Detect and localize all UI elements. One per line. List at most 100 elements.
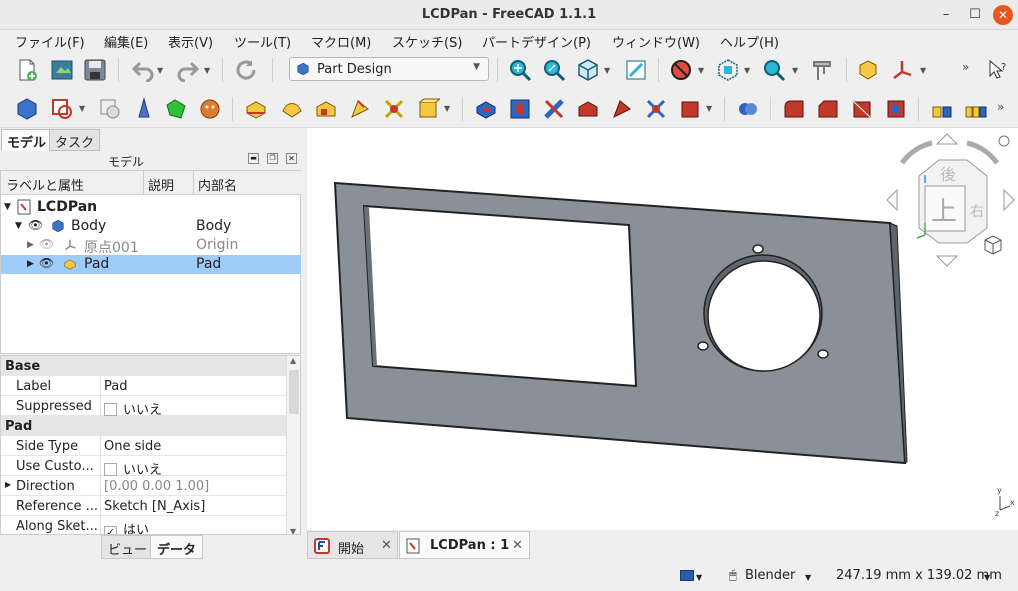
- property-value[interactable]: [0.00 0.00 1.00]: [104, 479, 209, 494]
- bounding-box-icon[interactable]: [716, 58, 740, 82]
- menu-edit[interactable]: 編集(E): [104, 32, 148, 51]
- shapebinder-icon[interactable]: [164, 97, 188, 121]
- minimize-panel-icon[interactable]: ▬: [248, 153, 259, 164]
- undo-icon[interactable]: [131, 58, 155, 82]
- workbench-selector[interactable]: Part Design ▼: [289, 57, 489, 81]
- menu-macro[interactable]: マクロ(M): [311, 32, 371, 51]
- property-value[interactable]: One side: [104, 439, 161, 454]
- collapse-icon[interactable]: ▼: [4, 202, 11, 212]
- chevron-down-icon[interactable]: ▼: [805, 573, 811, 582]
- close-panel-icon[interactable]: ✕: [286, 153, 297, 164]
- tree-item-origin[interactable]: ▶ 👁 原点001 Origin: [1, 236, 301, 256]
- expand-icon[interactable]: ▶: [5, 480, 11, 489]
- tree-item-body[interactable]: ▼ 👁 Body Body: [1, 217, 301, 236]
- close-tab-icon[interactable]: ✕: [512, 538, 523, 553]
- close-button[interactable]: ✕: [993, 5, 1013, 25]
- draw-style-status-icon[interactable]: [680, 570, 694, 581]
- isometric-icon[interactable]: [576, 58, 600, 82]
- property-row[interactable]: Use Custo... いいえ: [1, 456, 287, 478]
- datum-point-icon[interactable]: [132, 97, 156, 121]
- chevron-down-icon[interactable]: ▼: [696, 573, 702, 582]
- checkbox-checked[interactable]: ✓: [104, 526, 117, 534]
- draft-icon[interactable]: [850, 97, 874, 121]
- open-icon[interactable]: [50, 58, 74, 82]
- tree-item-lcdpan[interactable]: ▼ LCDPan: [1, 198, 301, 217]
- tab-lcdpan[interactable]: LCDPan : 1 ✕: [399, 531, 530, 559]
- rotate-right-icon[interactable]: [966, 140, 1000, 165]
- scroll-thumb[interactable]: [289, 370, 299, 414]
- nav-right-arrow[interactable]: [1003, 188, 1015, 212]
- revolution-icon[interactable]: [280, 97, 304, 121]
- subtractive-loft-icon[interactable]: [576, 97, 600, 121]
- property-group-pad[interactable]: Pad: [1, 416, 287, 436]
- property-row[interactable]: Suppressed いいえ: [1, 396, 287, 418]
- menu-partdesign[interactable]: パートデザイン(P): [482, 32, 591, 51]
- clone-icon[interactable]: [198, 97, 222, 121]
- column-label[interactable]: ラベルと属性: [6, 175, 84, 194]
- 3d-viewport[interactable]: 上 後 右 y x z: [307, 128, 1018, 530]
- menu-tools[interactable]: ツール(T): [234, 32, 291, 51]
- nav-menu-icon[interactable]: [998, 135, 1010, 147]
- property-value[interactable]: ✓ はい: [104, 519, 149, 534]
- toolbar-overflow[interactable]: »: [962, 60, 969, 74]
- screw-hole[interactable]: [752, 244, 764, 254]
- eye-icon[interactable]: 👁: [39, 256, 54, 270]
- redo-icon[interactable]: [176, 58, 200, 82]
- screw-hole[interactable]: [817, 349, 829, 359]
- minimize-button[interactable]: –: [936, 5, 956, 25]
- property-value[interactable]: Sketch [N_Axis]: [104, 499, 205, 514]
- column-internal-name[interactable]: 内部名: [198, 175, 237, 194]
- additive-loft-icon[interactable]: [314, 97, 338, 121]
- pocket-icon[interactable]: [474, 97, 498, 121]
- column-description[interactable]: 説明: [148, 175, 174, 194]
- undo-dropdown-icon[interactable]: ▼: [157, 66, 163, 75]
- menu-help[interactable]: ヘルプ(H): [720, 32, 779, 51]
- boolean-icon[interactable]: [736, 97, 760, 121]
- mirrored-icon[interactable]: [930, 97, 954, 121]
- draw-style-icon[interactable]: [669, 58, 693, 82]
- fillet-icon[interactable]: [782, 97, 806, 121]
- round-cutout[interactable]: [707, 260, 821, 372]
- additive-dropdown-icon[interactable]: ▼: [444, 104, 450, 113]
- new-document-icon[interactable]: [15, 58, 39, 82]
- save-icon[interactable]: [83, 58, 107, 82]
- tab-model[interactable]: モデル: [1, 129, 53, 151]
- fit-all-icon[interactable]: [508, 58, 532, 82]
- navigation-cube[interactable]: 上 後 右: [886, 133, 1015, 267]
- redo-dropdown-icon[interactable]: ▼: [204, 66, 210, 75]
- menu-file[interactable]: ファイル(F): [15, 32, 85, 51]
- thickness-icon[interactable]: [884, 97, 908, 121]
- pad-icon[interactable]: [244, 97, 268, 121]
- subtractive-pipe-icon[interactable]: [610, 97, 634, 121]
- hole-icon[interactable]: [508, 97, 532, 121]
- axis-icon[interactable]: [890, 58, 914, 82]
- axis-dropdown-icon[interactable]: ▼: [920, 66, 926, 75]
- close-tab-icon[interactable]: ✕: [381, 538, 392, 553]
- additive-helix-icon[interactable]: [382, 97, 406, 121]
- model-view[interactable]: 上 後 右 y x z: [307, 128, 1018, 530]
- property-row[interactable]: Side Type One side: [1, 436, 287, 456]
- std-view-icon[interactable]: [624, 58, 648, 82]
- measure-icon[interactable]: [762, 58, 786, 82]
- refresh-icon[interactable]: [234, 58, 258, 82]
- property-value[interactable]: Pad: [104, 379, 127, 394]
- checkbox[interactable]: [104, 463, 117, 476]
- property-row[interactable]: Label Pad: [1, 376, 287, 396]
- caliper-icon[interactable]: [810, 58, 834, 82]
- additive-pipe-icon[interactable]: [348, 97, 372, 121]
- tab-data[interactable]: データ: [150, 535, 204, 559]
- property-row[interactable]: Reference ... Sketch [N_Axis]: [1, 496, 287, 516]
- tab-view[interactable]: ビュー: [101, 535, 155, 559]
- body-icon[interactable]: [15, 97, 39, 121]
- expand-icon[interactable]: ▶: [27, 259, 34, 269]
- measure-dropdown-icon[interactable]: ▼: [792, 66, 798, 75]
- menu-view[interactable]: 表示(V): [168, 32, 213, 51]
- view-dropdown-icon[interactable]: ▼: [604, 66, 610, 75]
- maximize-button[interactable]: ☐: [965, 5, 985, 25]
- sketch-icon[interactable]: [50, 97, 74, 121]
- menu-window[interactable]: ウィンドウ(W): [612, 32, 700, 51]
- tab-start[interactable]: 開始 ✕: [307, 531, 398, 559]
- checkbox[interactable]: [104, 403, 117, 416]
- subtractive-helix-icon[interactable]: [644, 97, 668, 121]
- chevron-down-icon[interactable]: ▼: [984, 573, 990, 582]
